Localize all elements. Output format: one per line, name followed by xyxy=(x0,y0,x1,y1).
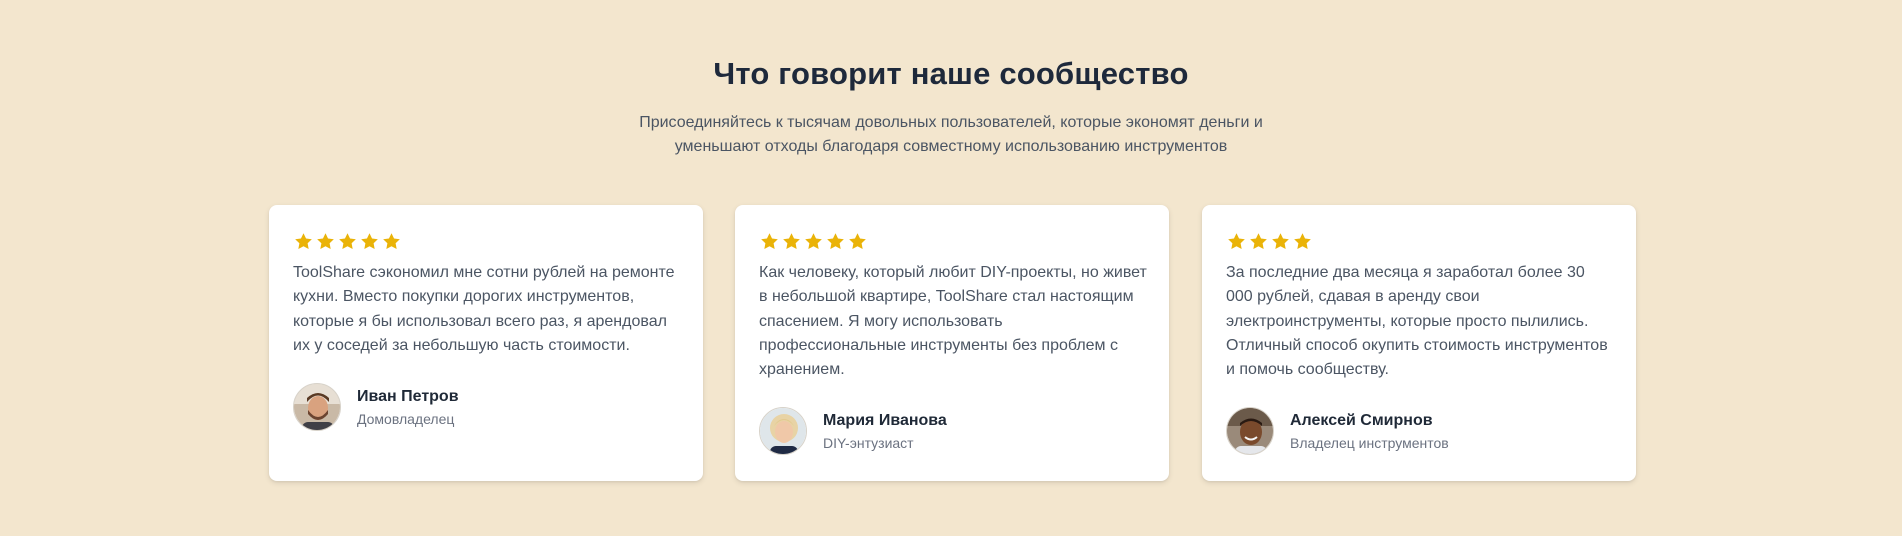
woman-blonde-avatar-icon xyxy=(760,408,806,455)
star-icon xyxy=(359,231,380,252)
star-icon xyxy=(825,231,846,252)
author-role: DIY-энтузиаст xyxy=(823,434,914,451)
testimonial-author: Мария Иванова DIY-энтузиаст xyxy=(759,407,1145,456)
man-smiling-avatar-icon xyxy=(1227,408,1273,455)
star-rating xyxy=(1226,229,1612,253)
star-icon xyxy=(1226,231,1247,252)
avatar xyxy=(759,407,807,456)
star-icon xyxy=(293,231,314,252)
star-icon xyxy=(781,231,802,252)
section-subtitle: Присоединяйтесь к тысячам довольных поль… xyxy=(639,114,1263,155)
star-icon xyxy=(803,231,824,252)
avatar xyxy=(293,383,341,432)
testimonials-section: Что говорит наше сообщество Присоединяйт… xyxy=(0,0,1902,536)
star-icon xyxy=(337,231,358,252)
star-icon xyxy=(759,231,780,252)
testimonial-author: Иван Петров Домовладелец xyxy=(293,383,679,432)
testimonial-author: Алексей Смирнов Владелец инструментов xyxy=(1226,407,1612,456)
author-name: Мария Иванова xyxy=(823,411,947,429)
testimonial-quote: За последние два месяца я заработал боле… xyxy=(1226,264,1608,379)
testimonial-card: ToolShare сэкономил мне сотни рублей на … xyxy=(269,205,703,481)
author-name: Иван Петров xyxy=(357,387,459,405)
star-icon xyxy=(1270,231,1291,252)
testimonial-card: Как человеку, который любит DIY-проекты,… xyxy=(735,205,1169,481)
author-name: Алексей Смирнов xyxy=(1290,411,1433,429)
section-title: Что говорит наше сообщество xyxy=(713,56,1189,91)
star-rating xyxy=(293,229,679,253)
testimonial-card: За последние два месяца я заработал боле… xyxy=(1202,205,1636,481)
man-beard-avatar-icon xyxy=(294,384,340,431)
star-icon xyxy=(847,231,868,252)
author-role: Владелец инструментов xyxy=(1290,434,1449,451)
testimonial-quote: ToolShare сэкономил мне сотни рублей на … xyxy=(293,264,675,354)
star-icon xyxy=(1292,231,1313,252)
avatar xyxy=(1226,407,1274,456)
star-rating xyxy=(759,229,1145,253)
star-icon xyxy=(1248,231,1269,252)
star-icon xyxy=(381,231,402,252)
author-role: Домовладелец xyxy=(357,410,455,427)
star-icon xyxy=(315,231,336,252)
testimonial-quote: Как человеку, который любит DIY-проекты,… xyxy=(759,264,1147,379)
